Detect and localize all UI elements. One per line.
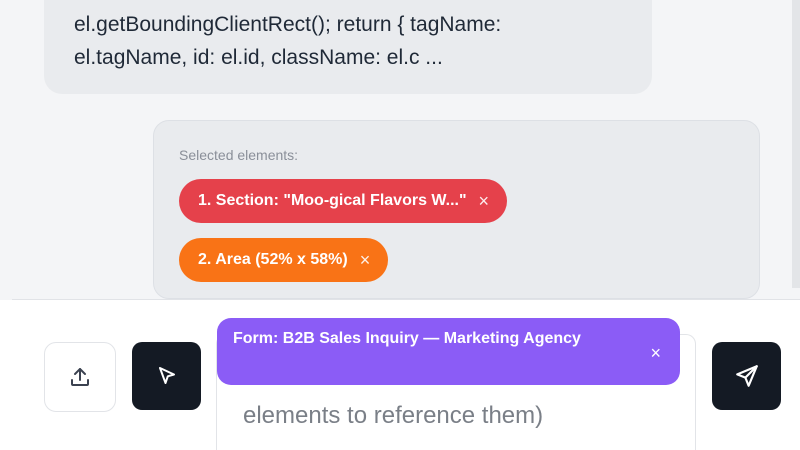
selected-chip-area[interactable]: 2. Area (52% x 58%) × xyxy=(179,238,389,282)
form-context-chip[interactable]: Form: B2B Sales Inquiry — Marketing Agen… xyxy=(217,318,680,385)
select-element-button[interactable] xyxy=(132,342,201,410)
selected-elements-card: Selected elements: 1. Section: "Moo-gica… xyxy=(153,120,760,299)
remove-chip-icon[interactable]: × xyxy=(360,250,371,271)
message-bubble: el.getBoundingClientRect(); return { tag… xyxy=(44,0,652,94)
chip-label: 2. Area (52% x 58%) xyxy=(198,251,348,268)
upload-button[interactable] xyxy=(44,342,116,412)
remove-form-chip-icon[interactable]: × xyxy=(650,340,661,367)
remove-chip-icon[interactable]: × xyxy=(479,191,490,212)
upload-icon xyxy=(71,368,89,386)
form-chip-label: Form: B2B Sales Inquiry — Marketing Agen… xyxy=(233,330,581,347)
selected-chip-section[interactable]: 1. Section: "Moo-gical Flavors W..." × xyxy=(179,179,508,223)
chat-area: el.getBoundingClientRect(); return { tag… xyxy=(0,0,800,300)
cursor-arrow-icon xyxy=(158,367,175,384)
message-line-1: el.getBoundingClientRect(); return { tag… xyxy=(74,13,502,36)
scrollbar[interactable] xyxy=(792,0,800,288)
message-line-2: el.tagName, id: el.id, className: el.c .… xyxy=(74,46,443,69)
placeholder-line-2: elements to reference them) xyxy=(243,402,544,429)
selected-elements-title: Selected elements: xyxy=(179,147,299,163)
chip-label: 1. Section: "Moo-gical Flavors W..." xyxy=(198,192,467,209)
send-icon xyxy=(735,365,758,387)
send-button[interactable] xyxy=(712,342,781,410)
